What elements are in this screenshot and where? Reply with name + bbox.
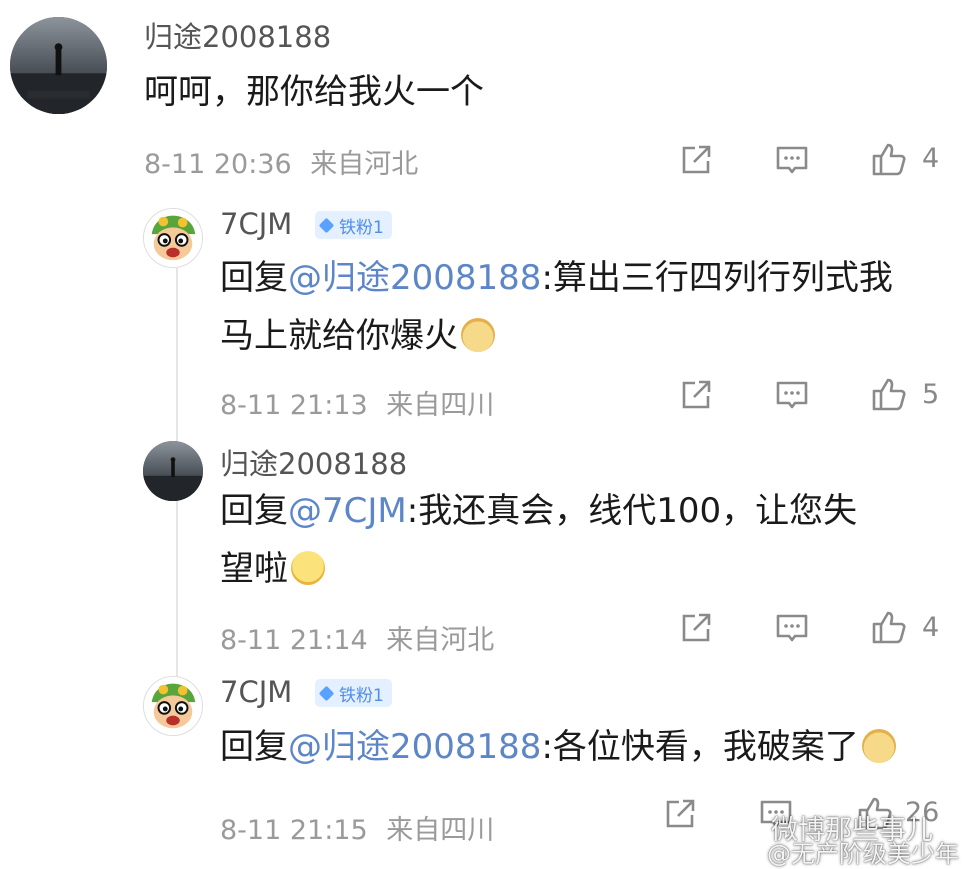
like-icon[interactable]: [870, 608, 908, 646]
timestamp: 8-11 20:36: [144, 149, 292, 180]
comment-icon[interactable]: [774, 610, 810, 646]
share-icon[interactable]: [678, 142, 714, 178]
dog-emoji: [861, 729, 896, 763]
mention-link[interactable]: @归途2008188: [288, 258, 541, 298]
diamond-icon: [318, 685, 335, 701]
timestamp: 8-11 21:15: [220, 815, 368, 846]
location: 来自四川: [386, 815, 495, 846]
mention-link[interactable]: @7CJM: [288, 491, 407, 531]
grin-emoji: [291, 551, 325, 585]
timestamp: 8-11 21:14: [220, 625, 368, 656]
location: 来自四川: [386, 390, 495, 421]
dog-emoji: [461, 318, 495, 352]
username[interactable]: 7CJM: [220, 207, 292, 241]
share-icon[interactable]: [662, 796, 698, 832]
username[interactable]: 归途2008188: [144, 14, 331, 56]
username[interactable]: 归途2008188: [220, 441, 407, 483]
avatar-image: [143, 441, 203, 501]
fan-badge: 铁粉1: [315, 211, 392, 239]
comment-text: 回复@归途2008188:算出三行四列行列式我 马上就给你爆火: [220, 258, 893, 356]
comment-meta: 8-11 21:15 来自四川: [220, 808, 494, 847]
avatar-image: [144, 677, 202, 735]
comment-meta: 8-11 21:14 来自河北: [220, 618, 494, 657]
avatar-image: [144, 209, 202, 267]
avatar-image: [10, 17, 107, 114]
location: 来自河北: [310, 149, 419, 180]
mention-link[interactable]: @归途2008188: [288, 727, 541, 767]
like-count: 5: [922, 379, 940, 410]
avatar[interactable]: [10, 17, 107, 114]
diamond-icon: [318, 217, 335, 233]
fan-badge: 铁粉1: [315, 679, 392, 707]
comment-meta: 8-11 20:36 来自河北: [144, 142, 418, 181]
comment-icon[interactable]: [774, 377, 810, 413]
username[interactable]: 7CJM: [220, 675, 292, 709]
comment-text: 呵呵，那你给我火一个: [144, 72, 484, 112]
avatar[interactable]: [143, 208, 203, 268]
like-icon[interactable]: [870, 375, 908, 413]
like-count: 4: [922, 612, 940, 643]
comment-text: 回复@归途2008188:各位快看，我破案了: [220, 718, 896, 776]
share-icon[interactable]: [678, 610, 714, 646]
avatar[interactable]: [143, 676, 203, 736]
timestamp: 8-11 21:13: [220, 390, 368, 421]
avatar[interactable]: [143, 441, 203, 501]
comment-text: 回复@7CJM:我还真会，线代100，让您失 望啦: [220, 491, 858, 589]
like-icon[interactable]: [870, 140, 908, 178]
comment-icon[interactable]: [774, 142, 810, 178]
comment-meta: 8-11 21:13 来自四川: [220, 383, 494, 422]
location: 来自河北: [386, 625, 495, 656]
share-icon[interactable]: [678, 377, 714, 413]
like-count: 4: [922, 143, 940, 174]
